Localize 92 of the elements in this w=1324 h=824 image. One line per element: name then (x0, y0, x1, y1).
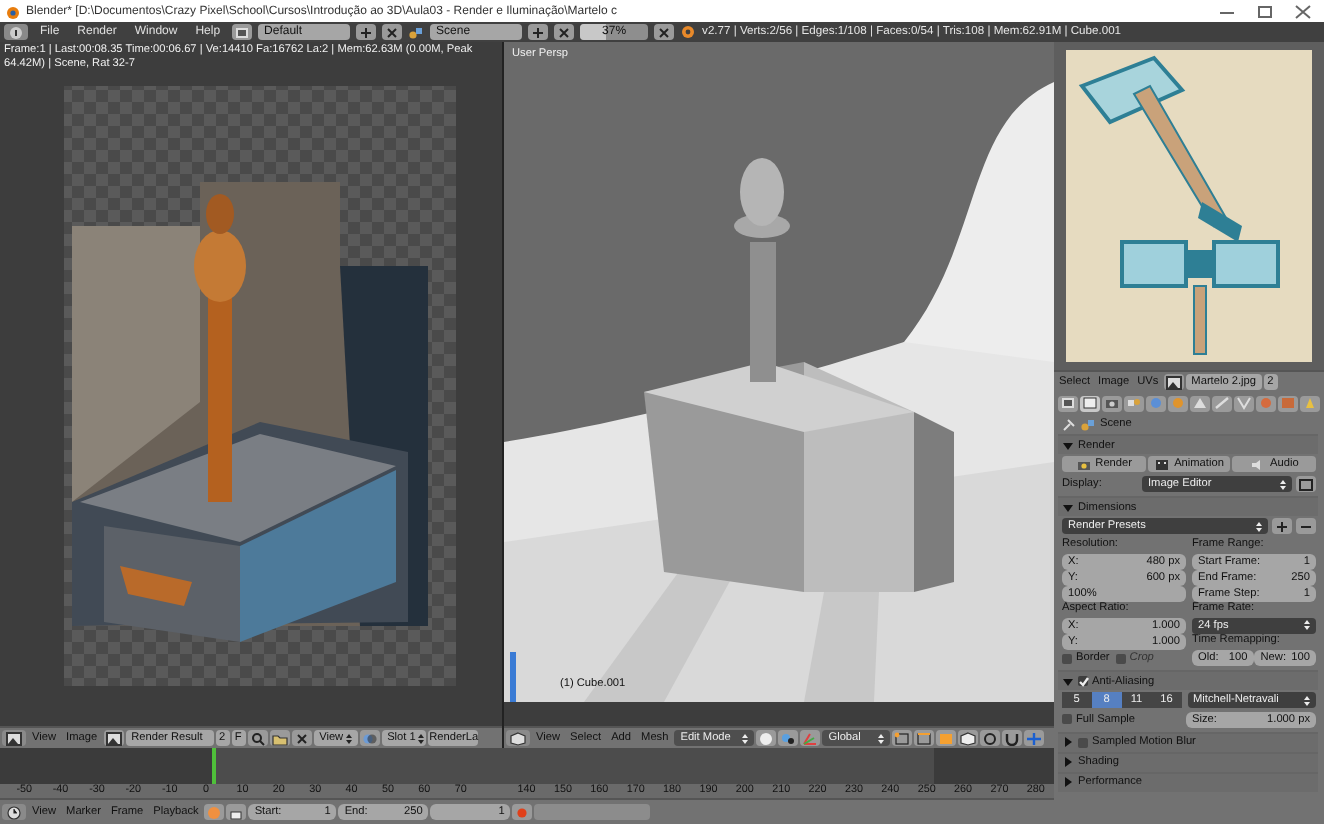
browse-image-button[interactable] (103, 730, 124, 746)
scene-icon (1080, 417, 1096, 431)
crosshair-icon (1026, 731, 1043, 745)
remove-button[interactable] (554, 24, 575, 40)
cross-icon (656, 25, 673, 39)
editor-type-button[interactable] (4, 24, 28, 40)
sphere-icon (1258, 396, 1274, 410)
cross-icon (556, 25, 573, 39)
sphere-icon (1170, 396, 1186, 410)
circle-icon (982, 731, 999, 745)
updown-arrows-icon (876, 731, 887, 745)
image-icon (6, 731, 22, 745)
edge-icon (916, 731, 933, 745)
updown-arrows-icon (1302, 693, 1312, 707)
updown-arrows-icon (1254, 519, 1264, 533)
camera-icon (1104, 396, 1120, 410)
layout-button[interactable] (232, 24, 253, 40)
vertex-icon (894, 731, 911, 745)
clock-icon (6, 805, 22, 819)
plus-icon (1274, 519, 1290, 533)
context-tab[interactable] (1300, 395, 1320, 411)
clock-icon (206, 805, 223, 819)
texture-icon (1280, 396, 1296, 410)
checkbox[interactable] (1078, 737, 1088, 747)
editor-type-button[interactable] (2, 804, 26, 820)
add-button[interactable] (528, 24, 549, 40)
shading-button[interactable] (756, 730, 777, 746)
scene-icon (1126, 396, 1142, 410)
cross-icon (293, 731, 310, 745)
browse-image-button[interactable] (1163, 374, 1184, 390)
grid-icon (234, 25, 251, 39)
plus-icon (530, 25, 547, 39)
plus-icon (358, 25, 375, 39)
face-icon (938, 731, 955, 745)
updown-arrows-icon (740, 731, 751, 745)
updown-arrows-icon (1278, 477, 1288, 491)
cross-icon (384, 25, 401, 39)
image-icon (105, 731, 122, 745)
editor-type-button[interactable] (506, 730, 530, 746)
close-icon[interactable] (1294, 3, 1312, 19)
sphere-icon (758, 731, 775, 745)
particles-icon (1302, 396, 1318, 410)
remove-button[interactable] (382, 24, 403, 40)
add-preset-button[interactable] (1272, 518, 1292, 534)
scene-icon (408, 25, 425, 39)
grid-icon (1060, 396, 1076, 410)
pivot-icon (780, 731, 797, 745)
add-button[interactable] (356, 24, 377, 40)
remove-preset-button[interactable] (1296, 518, 1316, 534)
snap-button[interactable] (1002, 730, 1023, 746)
info-icon (8, 25, 24, 39)
render-icon (1082, 396, 1098, 410)
keying-set-field[interactable] (534, 804, 651, 820)
channels-icon (361, 731, 378, 745)
magnet-icon (1004, 731, 1021, 745)
context-tab[interactable] (1190, 395, 1210, 411)
maximize-icon[interactable] (1256, 3, 1274, 19)
vertex-icon (1236, 396, 1252, 410)
range-shading (934, 748, 1054, 784)
window-icon (1298, 477, 1314, 491)
edge-select-button[interactable] (914, 730, 935, 746)
lock-button[interactable] (226, 804, 247, 820)
proportional-button[interactable] (980, 730, 1001, 746)
fullscreen-button[interactable] (1296, 476, 1316, 492)
current-frame-line (212, 748, 216, 784)
close-image-button[interactable] (291, 730, 312, 746)
updown-arrows-icon (415, 731, 426, 745)
occlude-button[interactable] (958, 730, 979, 746)
checkbox[interactable] (1062, 653, 1072, 663)
cancel-button[interactable] (654, 24, 675, 40)
open-button[interactable] (269, 730, 290, 746)
editor-type-button[interactable] (2, 730, 26, 746)
checkbox[interactable] (1062, 714, 1072, 725)
image-icon (1165, 375, 1182, 389)
record-icon (514, 805, 531, 819)
vertex-select-button[interactable] (892, 730, 913, 746)
film-icon (1154, 457, 1171, 471)
pivot-button[interactable] (778, 730, 799, 746)
context-tab[interactable] (1102, 395, 1122, 411)
app-logo-icon (4, 3, 20, 19)
pin-icon[interactable] (1062, 417, 1076, 431)
properties-menu-button[interactable] (1058, 395, 1078, 411)
context-tab[interactable] (1080, 395, 1100, 411)
axes-icon (802, 731, 819, 745)
lock-icon (228, 805, 245, 819)
updown-arrows-icon (1302, 618, 1312, 633)
camera-icon (1075, 457, 1092, 471)
triangle-icon (1192, 396, 1208, 410)
updown-arrows-icon (343, 731, 354, 745)
globe-icon (1148, 396, 1164, 410)
context-tab[interactable] (1124, 395, 1144, 411)
checkbox[interactable] (1078, 676, 1088, 686)
